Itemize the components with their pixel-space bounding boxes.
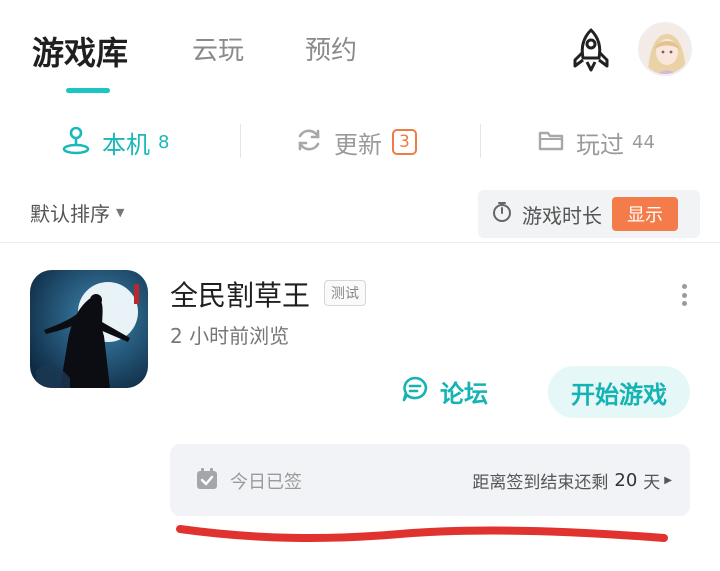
- game-title[interactable]: 全民割草王: [170, 274, 310, 314]
- subtab-played-count: 44: [632, 131, 655, 153]
- start-game-button[interactable]: 开始游戏: [548, 366, 690, 418]
- chat-forum-icon: [400, 374, 430, 408]
- timer-icon: [490, 200, 514, 228]
- sign-in-status-label: 今日已签: [230, 472, 302, 493]
- rocket-icon[interactable]: [568, 26, 614, 74]
- chevron-right-icon: ▶: [664, 475, 672, 486]
- folder-icon: [536, 125, 566, 159]
- remaining-days: 20: [614, 470, 638, 491]
- sort-label: 默认排序: [30, 202, 110, 226]
- subtab-local-count: 8: [158, 131, 170, 153]
- red-scribble-annotation: [0, 510, 720, 560]
- duration-label: 游戏时长: [522, 203, 602, 228]
- remaining-unit: 天: [643, 473, 661, 493]
- subtab-local-label: 本机: [102, 130, 150, 159]
- tab-cloud-play[interactable]: 云玩: [192, 30, 244, 67]
- divider: [480, 124, 481, 158]
- last-viewed-text: 2 小时前浏览: [170, 324, 290, 348]
- forum-button[interactable]: 论坛: [400, 368, 488, 414]
- subtab-played-label: 玩过: [576, 130, 624, 159]
- active-tab-indicator: [66, 88, 110, 93]
- top-bar: 游戏库 云玩 预约: [0, 0, 720, 100]
- tab-game-library[interactable]: 游戏库: [32, 28, 128, 74]
- divider: [0, 242, 720, 243]
- pin-location-icon: [60, 124, 92, 160]
- calendar-check-icon: [194, 466, 220, 496]
- remaining-prefix: 距离签到结束还剩: [472, 473, 609, 493]
- forum-label: 论坛: [440, 379, 488, 408]
- more-vertical-icon[interactable]: [674, 280, 694, 310]
- refresh-icon: [294, 125, 324, 159]
- divider: [240, 124, 241, 158]
- tab-reservation[interactable]: 预约: [305, 30, 357, 67]
- sort-dropdown[interactable]: 默认排序 ▼: [30, 198, 124, 227]
- game-cover-image[interactable]: [30, 270, 148, 388]
- caret-down-icon: ▼: [116, 206, 125, 219]
- subtab-played[interactable]: 玩过 44: [536, 124, 655, 160]
- update-count-badge: 3: [392, 129, 417, 155]
- avatar[interactable]: [638, 22, 692, 76]
- show-duration-button[interactable]: 显示: [612, 197, 678, 231]
- sign-in-remaining: 距离签到结束还剩 20 天 ▶: [472, 468, 672, 493]
- subtab-local[interactable]: 本机 8: [60, 124, 169, 160]
- sign-in-status: 今日已签: [194, 466, 302, 496]
- subtab-update-label: 更新: [334, 130, 382, 159]
- sort-bar: 默认排序 ▼ 游戏时长 显示: [0, 188, 720, 242]
- sign-in-bar[interactable]: 今日已签 距离签到结束还剩 20 天 ▶: [170, 444, 690, 516]
- sub-tabs: 本机 8 更新 3 玩过 44: [0, 110, 720, 174]
- test-badge: 测试: [324, 280, 366, 306]
- subtab-update[interactable]: 更新 3: [294, 124, 417, 160]
- play-duration-toggle: 游戏时长 显示: [478, 190, 700, 238]
